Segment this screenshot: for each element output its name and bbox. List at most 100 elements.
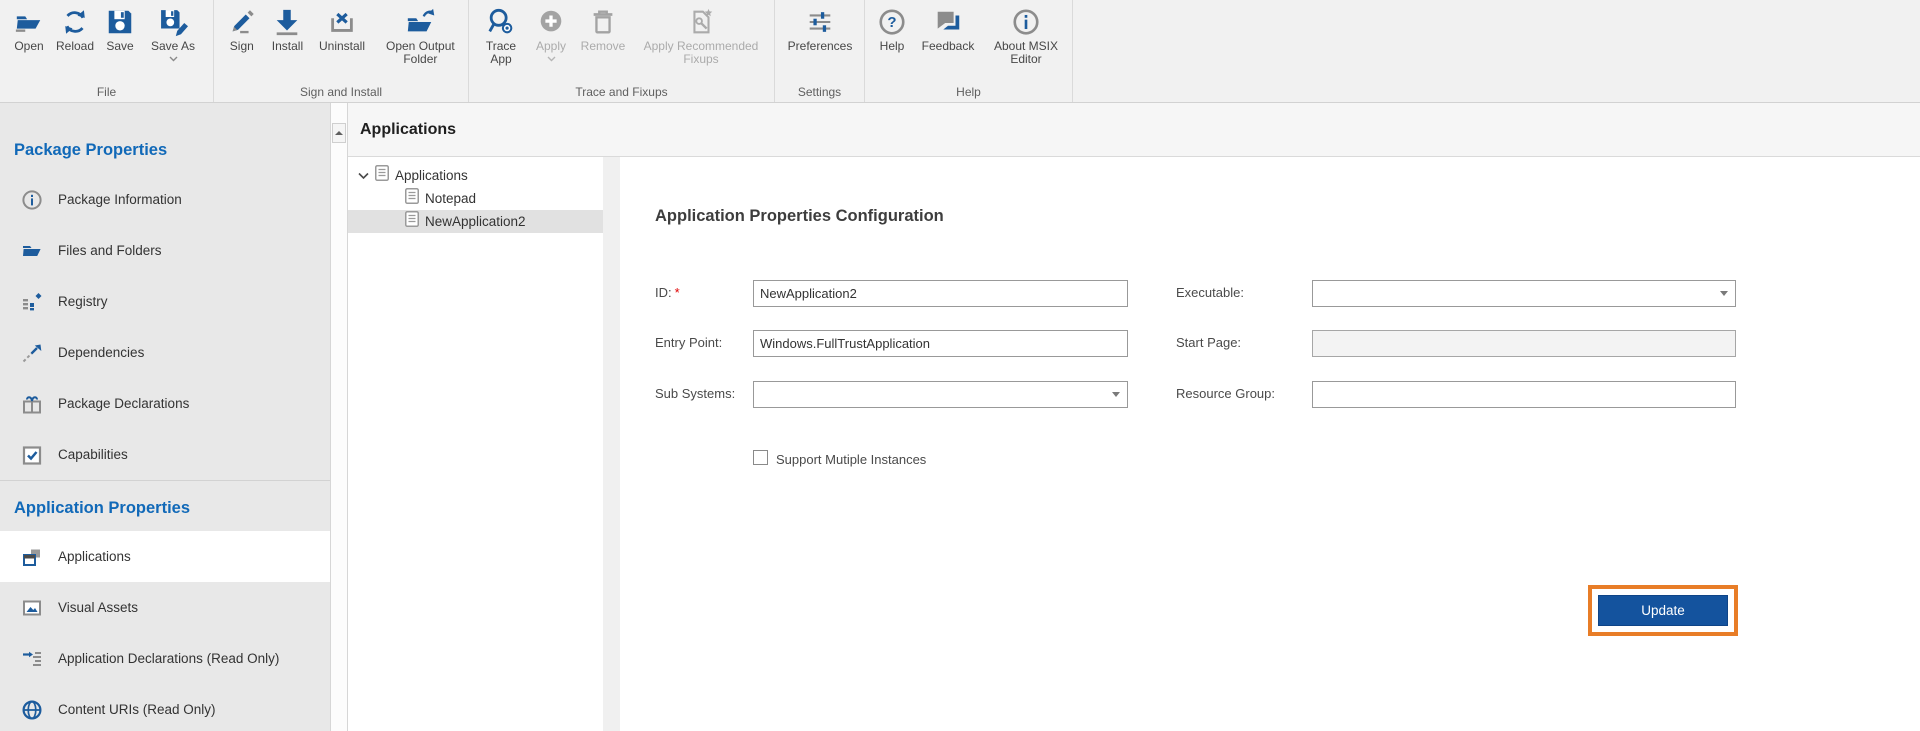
ribbon-button-save[interactable]: Save: [98, 0, 142, 53]
dropdown-arrow-icon: [1112, 392, 1120, 397]
executable-input[interactable]: [1312, 280, 1736, 307]
tree-expander-chevron-icon[interactable]: [358, 172, 375, 180]
sidebar-item-application-declarations[interactable]: Application Declarations (Read Only): [0, 633, 330, 684]
ribbon-button-sign[interactable]: Sign: [220, 0, 264, 53]
sidebar-divider: [0, 480, 330, 481]
sidebar-item-label: Capabilities: [58, 447, 128, 462]
chevron-down-icon: [547, 55, 556, 62]
tree-item-label: Notepad: [425, 191, 476, 206]
ribbon-button-save-as[interactable]: Save As: [142, 0, 204, 62]
sub-systems-combobox[interactable]: [753, 381, 1128, 408]
tree-item-label: Applications: [395, 168, 468, 183]
application-properties-form: Application Properties Configuration ID:…: [620, 157, 1920, 731]
arrow-lines-icon: [20, 648, 44, 670]
sidebar-scrollbar[interactable]: [330, 103, 348, 731]
dropdown-arrow-icon: [1720, 291, 1728, 296]
ribbon-button-label: Sign: [230, 40, 254, 53]
trace-app-icon: [486, 7, 516, 37]
about-info-icon: [1011, 7, 1041, 37]
content-area: Applications Applications: [348, 103, 1920, 731]
ribbon-button-open-output-folder[interactable]: Open Output Folder: [373, 0, 468, 66]
ribbon-button-reload[interactable]: Reload: [52, 0, 98, 53]
sidebar-item-label: Package Information: [58, 192, 182, 207]
ribbon-button-label: Open Output Folder: [380, 40, 460, 66]
sidebar-item-files-and-folders[interactable]: Files and Folders: [0, 225, 330, 276]
scroll-up-button[interactable]: [332, 123, 346, 143]
sign-pencil-icon: [227, 7, 257, 37]
ribbon-button-feedback[interactable]: Feedback: [915, 0, 981, 53]
ribbon-button-apply[interactable]: Apply: [527, 0, 575, 62]
tree-item-notepad[interactable]: Notepad: [348, 187, 603, 210]
ribbon-group-settings: Preferences Settings: [775, 0, 865, 102]
checkbox-check-icon: [20, 444, 44, 466]
resource-group-input[interactable]: [1312, 381, 1736, 408]
id-input[interactable]: [753, 280, 1128, 307]
entry-point-label: Entry Point:: [655, 335, 722, 350]
page-title: Applications: [360, 121, 456, 139]
sub-systems-input[interactable]: [753, 381, 1128, 408]
tree-item-newapplication2[interactable]: NewApplication2: [348, 210, 603, 233]
install-arrow-icon: [272, 7, 302, 37]
sidebar-item-capabilities[interactable]: Capabilities: [0, 429, 330, 480]
tree-item-applications-root[interactable]: Applications: [348, 164, 603, 187]
sidebar-item-content-uris[interactable]: Content URIs (Read Only): [0, 684, 330, 731]
ribbon-button-label: Help: [880, 40, 905, 53]
image-icon: [20, 597, 44, 619]
start-page-label: Start Page:: [1176, 335, 1241, 350]
ribbon-button-remove[interactable]: Remove: [575, 0, 631, 53]
ribbon-group-label: Help: [865, 85, 1072, 99]
ribbon-button-open[interactable]: Open: [6, 0, 52, 53]
applications-windows-icon: [20, 546, 44, 568]
ribbon-button-uninstall[interactable]: Uninstall: [311, 0, 373, 53]
ribbon-toolbar: Open Reload Save Save As: [0, 0, 1920, 103]
panel-separator: [603, 157, 620, 731]
ribbon-group-sign-and-install: Sign Install Uninstall Open Output Folde…: [214, 0, 469, 102]
ribbon-button-help[interactable]: ? Help: [869, 0, 915, 53]
save-as-icon: [158, 7, 188, 37]
sidebar-item-label: Applications: [58, 549, 131, 564]
navigation-sidebar: Package Properties Package Information F…: [0, 103, 330, 731]
svg-text:?: ?: [887, 14, 896, 31]
ribbon-button-label: Uninstall: [319, 40, 365, 53]
sidebar-item-registry[interactable]: Registry: [0, 276, 330, 327]
remove-trash-icon: [588, 7, 618, 37]
ribbon-button-label: Save As: [151, 40, 195, 53]
entry-point-input[interactable]: [753, 330, 1128, 357]
sidebar-item-label: Files and Folders: [58, 243, 162, 258]
form-title: Application Properties Configuration: [655, 207, 944, 226]
ribbon-button-label: Install: [272, 40, 303, 53]
uninstall-icon: [327, 7, 357, 37]
update-button[interactable]: Update: [1598, 595, 1728, 626]
support-multiple-instances-checkbox[interactable]: [753, 450, 768, 465]
scroll-up-arrow-icon: [334, 130, 344, 136]
sidebar-section-package-properties: Package Properties: [0, 140, 330, 160]
ribbon-button-label: Open: [14, 40, 43, 53]
ribbon-button-label: Trace App: [480, 40, 522, 66]
apply-recommended-fixups-icon: [686, 7, 716, 37]
sidebar-item-package-declarations[interactable]: Package Declarations: [0, 378, 330, 429]
ribbon-button-install[interactable]: Install: [264, 0, 312, 53]
document-icon: [405, 211, 419, 232]
sidebar-item-package-information[interactable]: Package Information: [0, 174, 330, 225]
document-icon: [405, 188, 419, 209]
ribbon-button-trace-app[interactable]: Trace App: [475, 0, 527, 66]
support-multiple-instances-label: Support Mutiple Instances: [776, 452, 926, 467]
sidebar-item-applications[interactable]: Applications: [0, 531, 330, 582]
ribbon-button-apply-recommended-fixups[interactable]: Apply Recommended Fixups: [631, 0, 771, 66]
sidebar-item-visual-assets[interactable]: Visual Assets: [0, 582, 330, 633]
sidebar-item-dependencies[interactable]: Dependencies: [0, 327, 330, 378]
ribbon-button-label: Reload: [56, 40, 94, 53]
ribbon-group-label: Settings: [775, 85, 864, 99]
ribbon-button-preferences[interactable]: Preferences: [781, 0, 859, 53]
executable-combobox[interactable]: [1312, 280, 1736, 307]
help-question-icon: ?: [877, 7, 907, 37]
resource-group-label: Resource Group:: [1176, 386, 1275, 401]
required-asterisk: *: [675, 285, 680, 300]
ribbon-group-trace-and-fixups: Trace App Apply Remove: [469, 0, 775, 102]
reload-icon: [60, 7, 90, 37]
preferences-sliders-icon: [805, 7, 835, 37]
ribbon-button-about-msix-editor[interactable]: About MSIX Editor: [981, 0, 1071, 66]
feedback-bubble-icon: [933, 7, 963, 37]
msix-editor-window: Open Reload Save Save As: [0, 0, 1920, 731]
apply-plus-icon: [536, 7, 566, 37]
